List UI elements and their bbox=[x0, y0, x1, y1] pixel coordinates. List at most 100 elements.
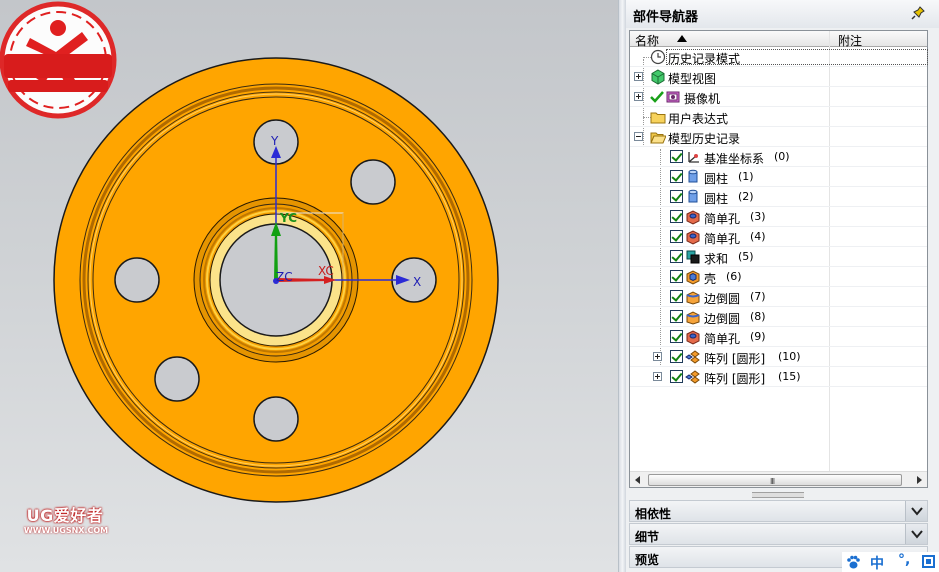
tree-row-feature[interactable]: 边倒圆 (8) bbox=[630, 307, 927, 327]
tree-row-feature[interactable]: 阵列 [圆形] (10) bbox=[630, 347, 927, 367]
tree-row-feature[interactable]: 简单孔 (4) bbox=[630, 227, 927, 247]
navigator-title: 部件导航器 bbox=[633, 10, 699, 25]
expand-icon[interactable] bbox=[634, 72, 643, 81]
feature-number: (3) bbox=[750, 210, 766, 223]
selection-outline bbox=[666, 49, 928, 65]
edge-blend-icon bbox=[686, 311, 700, 325]
pane-splitter[interactable] bbox=[752, 492, 804, 498]
ime-language[interactable]: 中 bbox=[870, 553, 884, 572]
hole-icon bbox=[686, 330, 700, 345]
visibility-checkbox[interactable] bbox=[670, 310, 683, 323]
tree-row-feature[interactable]: 基准坐标系 (0) bbox=[630, 147, 927, 167]
shell-icon bbox=[686, 270, 700, 285]
tree-row-feature[interactable]: 边倒圆 (7) bbox=[630, 287, 927, 307]
section-dependencies[interactable]: 相依性 bbox=[629, 500, 928, 522]
tree-row-label: 边倒圆 bbox=[704, 292, 741, 306]
tree-row-feature[interactable]: 求和 (5) bbox=[630, 247, 927, 267]
visibility-checkbox[interactable] bbox=[670, 170, 683, 183]
tree-row-label: 简单孔 bbox=[704, 232, 741, 246]
tree-row-label: 圆柱 bbox=[704, 192, 729, 206]
horizontal-scrollbar[interactable]: III bbox=[630, 471, 927, 487]
visibility-checkbox[interactable] bbox=[670, 250, 683, 263]
section-title: 相依性 bbox=[635, 507, 672, 521]
hole-icon bbox=[686, 230, 700, 245]
navigator-header: 部件导航器 bbox=[626, 0, 939, 28]
green-check-icon bbox=[650, 91, 664, 103]
ug-logo-icon bbox=[0, 1, 117, 119]
tree-row-model-views[interactable]: 模型视图 bbox=[630, 67, 927, 87]
scrollbar-thumb[interactable]: III bbox=[648, 474, 902, 486]
tree-row-feature[interactable]: 圆柱 (1) bbox=[630, 167, 927, 187]
tree-row-label: 壳 bbox=[704, 272, 717, 286]
tree-row-user-expressions[interactable]: 用户表达式 bbox=[630, 107, 927, 127]
tree-row-history-mode[interactable]: 历史记录模式 bbox=[630, 47, 928, 67]
y-axis-label: Y bbox=[271, 134, 279, 148]
scrollbar-grip: III bbox=[770, 477, 775, 486]
tree-row-label: 模型视图 bbox=[668, 72, 717, 86]
feature-number: (7) bbox=[750, 290, 766, 303]
chevron-down-icon[interactable] bbox=[905, 524, 927, 544]
visibility-checkbox[interactable] bbox=[670, 150, 683, 163]
section-title: 预览 bbox=[635, 553, 660, 567]
edge-blend-icon bbox=[686, 291, 700, 305]
tree-row-label: 基准坐标系 bbox=[704, 152, 765, 166]
logo-text: UG爱好者 bbox=[26, 506, 104, 525]
tree-row-feature[interactable]: 简单孔 (9) bbox=[630, 327, 927, 347]
feature-number: (2) bbox=[738, 190, 754, 203]
feature-number: (1) bbox=[738, 170, 754, 183]
folder-icon bbox=[650, 112, 666, 124]
ime-settings-icon[interactable] bbox=[921, 554, 936, 569]
section-title: 细节 bbox=[635, 530, 660, 544]
paw-icon[interactable] bbox=[845, 554, 861, 570]
graphics-viewport[interactable]: Y X YC XC ZC UG爱好者 WWW.UGSNX.COM bbox=[0, 0, 618, 572]
ime-toolbar[interactable]: 中 °, bbox=[842, 552, 939, 572]
xc-axis-label: XC bbox=[318, 264, 334, 278]
collapse-icon[interactable] bbox=[634, 132, 643, 141]
visibility-checkbox[interactable] bbox=[670, 330, 683, 343]
visibility-checkbox[interactable] bbox=[670, 270, 683, 283]
cylinder-icon bbox=[688, 189, 698, 203]
part-navigator: 部件导航器 名称 附注 历史记录模式 模型视图 摄像机 用户表达式 模型历史记录… bbox=[626, 0, 939, 572]
tree-row-label: 边倒圆 bbox=[704, 312, 741, 326]
feature-number: (10) bbox=[778, 350, 801, 363]
logo-url: WWW.UGSNX.COM bbox=[23, 526, 109, 535]
ime-punctuation[interactable]: °, bbox=[898, 552, 910, 568]
visibility-checkbox[interactable] bbox=[670, 190, 683, 203]
tree-row-feature[interactable]: 圆柱 (2) bbox=[630, 187, 927, 207]
visibility-checkbox[interactable] bbox=[670, 290, 683, 303]
feature-number: (4) bbox=[750, 230, 766, 243]
tree-row-label: 简单孔 bbox=[704, 212, 741, 226]
model-view-icon bbox=[651, 69, 665, 85]
tree-column-header: 名称 附注 bbox=[630, 31, 927, 48]
tree-row-label: 阵列 [圆形] bbox=[704, 372, 766, 386]
visibility-checkbox[interactable] bbox=[670, 210, 683, 223]
yc-axis-label: YC bbox=[280, 211, 298, 225]
tree-row-feature[interactable]: 简单孔 (3) bbox=[630, 207, 927, 227]
feature-number: (5) bbox=[738, 250, 754, 263]
expand-icon[interactable] bbox=[653, 372, 662, 381]
expand-icon[interactable] bbox=[634, 92, 643, 101]
clock-icon bbox=[650, 49, 666, 65]
tree-row-camera[interactable]: 摄像机 bbox=[630, 87, 927, 107]
folder-open-icon bbox=[650, 132, 666, 144]
visibility-checkbox[interactable] bbox=[670, 350, 683, 363]
visibility-checkbox[interactable] bbox=[670, 370, 683, 383]
pattern-icon bbox=[685, 370, 700, 384]
tree-row-feature[interactable]: 壳 (6) bbox=[630, 267, 927, 287]
tree-row-model-history[interactable]: 模型历史记录 bbox=[630, 127, 927, 147]
tree-row-label: 摄像机 bbox=[684, 92, 721, 106]
section-details[interactable]: 细节 bbox=[629, 523, 928, 545]
feature-tree[interactable]: 名称 附注 历史记录模式 模型视图 摄像机 用户表达式 模型历史记录 基准坐标系… bbox=[629, 30, 928, 488]
pin-icon[interactable] bbox=[911, 6, 925, 20]
expand-icon[interactable] bbox=[653, 352, 662, 361]
camera-icon bbox=[666, 91, 680, 103]
panel-divider[interactable] bbox=[618, 0, 626, 572]
scroll-left-icon[interactable] bbox=[632, 474, 644, 486]
visibility-checkbox[interactable] bbox=[670, 230, 683, 243]
scroll-right-icon[interactable] bbox=[913, 474, 925, 486]
tree-row-feature[interactable]: 阵列 [圆形] (15) bbox=[630, 367, 927, 387]
x-axis-label: X bbox=[413, 275, 422, 289]
chevron-down-icon[interactable] bbox=[905, 501, 927, 521]
feature-number: (15) bbox=[778, 370, 801, 383]
hole-icon bbox=[686, 210, 700, 225]
